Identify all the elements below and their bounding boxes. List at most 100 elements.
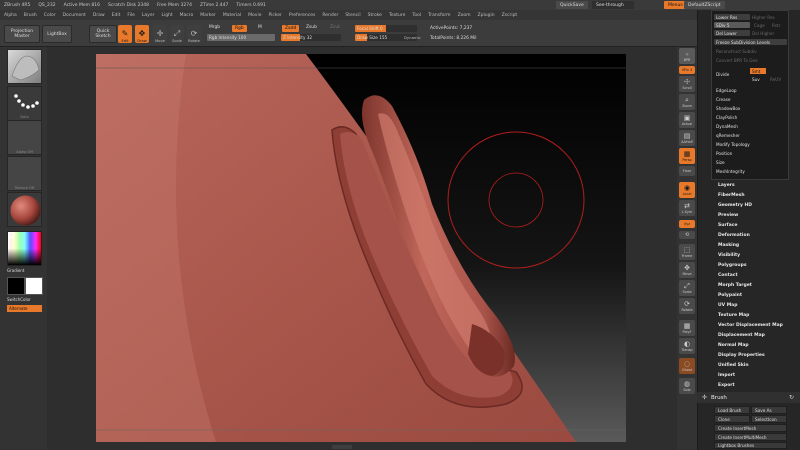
menu-stencil[interactable]: Stencil (345, 13, 360, 18)
divide-button[interactable]: Divide (714, 71, 748, 77)
load-brush-button[interactable]: Load Brush (714, 406, 750, 414)
xyz-button[interactable]: Xyz (679, 220, 695, 228)
frame-button[interactable]: ⬚ Frame (679, 244, 695, 260)
brush-thumbnail[interactable] (7, 49, 42, 84)
deformation-item[interactable]: Deformation (718, 233, 750, 238)
export-item[interactable]: Export (718, 383, 735, 388)
gradient-label[interactable]: Gradient (7, 268, 24, 273)
z-intensity-slider[interactable]: Z Intensity 32 (281, 34, 341, 41)
dynamesh-item[interactable]: DynaMesh (714, 123, 787, 129)
lsym-button[interactable]: ⇄ L.Sym (679, 200, 695, 216)
freeze-subdivision-button[interactable]: Freeze SubDivision Levels (714, 39, 787, 45)
cage-button[interactable]: Cage (752, 22, 768, 28)
reuv-button[interactable]: ReUV (768, 76, 786, 82)
save-as-button[interactable]: Save As (751, 406, 787, 414)
switch-color-button[interactable]: SwitchColor (7, 297, 31, 302)
menu-layer[interactable]: Layer (142, 13, 155, 18)
color-picker[interactable] (7, 231, 42, 266)
mrgb-button[interactable]: Mrgb (209, 25, 220, 30)
menu-file[interactable]: File (127, 13, 135, 18)
rgb-button[interactable]: Rgb (232, 25, 247, 32)
secondary-color-swatch[interactable] (25, 277, 43, 295)
main-color-swatch[interactable] (7, 277, 25, 295)
claypolish-item[interactable]: ClayPolish (714, 114, 787, 120)
dynamic-toggle[interactable]: Dynamic (404, 35, 421, 40)
shadowbox-item[interactable]: ShadowBox (714, 105, 787, 111)
contact-item[interactable]: Contact (718, 273, 738, 278)
menu-transform[interactable]: Transform (428, 13, 450, 18)
create-insertmesh-button[interactable]: Create InsertMesh (714, 424, 787, 432)
texture-map-item[interactable]: Texture Map (718, 313, 749, 318)
projection-master-button[interactable]: Projection Master (4, 25, 40, 43)
menu-macro[interactable]: Macro (180, 13, 194, 18)
rstr-button[interactable]: Rstr (770, 22, 786, 28)
menu-brush[interactable]: Brush (24, 13, 37, 18)
qremesher-item[interactable]: qRemesher (714, 132, 787, 138)
lightbox-button[interactable]: LightBox (42, 25, 72, 43)
scale-mode-button[interactable]: ⤢ Scale (170, 25, 184, 43)
material-thumbnail[interactable] (7, 192, 42, 227)
menu-light[interactable]: Light (161, 13, 172, 18)
preview-item[interactable]: Preview (718, 213, 738, 218)
menu-document[interactable]: Document (63, 13, 86, 18)
morph-target-item[interactable]: Morph Target (718, 283, 752, 288)
zcut-button[interactable]: Zcut (330, 25, 340, 30)
polyf-button[interactable]: ▦ PolyF (679, 320, 695, 336)
m-button[interactable]: M (258, 25, 262, 30)
scroll-button[interactable]: ☩ Scroll (679, 76, 695, 92)
suv-toggle[interactable]: Suv (750, 76, 766, 82)
rotate-axis-button[interactable]: ⟲ (679, 231, 695, 239)
see-through-slider[interactable]: See-through (592, 1, 634, 9)
modify-topology-item[interactable]: Modify Topology (714, 141, 787, 147)
del-lower-button[interactable]: Del Lower (714, 30, 750, 36)
quick-sketch-button[interactable]: Quick Sketch (89, 25, 117, 43)
document-canvas[interactable] (96, 54, 626, 442)
transp-button[interactable]: ◐ Transp (679, 338, 695, 354)
color-picker-handle[interactable] (8, 232, 14, 238)
convert-bpr-button[interactable]: Convert BPR To Geo (714, 57, 787, 63)
quicksave-button[interactable]: QuickSave (556, 1, 588, 9)
edit-mode-button[interactable]: ✎ Edit (118, 25, 132, 43)
position-item[interactable]: Position (714, 150, 787, 156)
del-higher-button[interactable]: Del Higher (750, 30, 786, 36)
menu-zoom[interactable]: Zoom (458, 13, 471, 18)
meshintegrity-item[interactable]: MeshIntegrity (714, 168, 787, 174)
visibility-item[interactable]: Visibility (718, 253, 740, 258)
draw-mode-button[interactable]: ✥ Draw (135, 25, 149, 43)
menu-movie[interactable]: Movie (248, 13, 261, 18)
rotate-mode-button[interactable]: ⟳ Rotate (187, 25, 201, 43)
rotate-view-button[interactable]: ⟳ Rotate (679, 298, 695, 314)
actual-button[interactable]: ▣ Actual (679, 112, 695, 128)
focal-shift-slider[interactable]: Focal Shift 0 (355, 25, 417, 32)
default-zscript-button[interactable]: DefaultZScript (684, 1, 725, 9)
palette-reset-icon[interactable]: ↻ (789, 394, 794, 401)
menu-stroke[interactable]: Stroke (368, 13, 382, 18)
solo-button[interactable]: ◍ Solo (679, 378, 695, 394)
polypaint-item[interactable]: Polypaint (718, 293, 742, 298)
persp-button[interactable]: ▦ Persp (679, 148, 695, 164)
ghost-button[interactable]: ◌ Ghost (679, 358, 695, 374)
select-icon-button[interactable]: SelectIcon (751, 415, 787, 423)
local-button[interactable]: ◉ Local (679, 182, 695, 198)
surface-item[interactable]: Surface (718, 223, 737, 228)
zsub-button[interactable]: Zsub (306, 25, 317, 30)
bpr-button[interactable]: ◎ BPR (679, 48, 695, 64)
canvas-scroll-handle[interactable] (332, 445, 352, 449)
lower-res-button[interactable]: Lower Res (714, 14, 750, 20)
menu-picker[interactable]: Picker (268, 13, 281, 18)
zadd-button[interactable]: Zadd (282, 25, 300, 32)
menu-alpha[interactable]: Alpha (4, 13, 17, 18)
menu-zscript[interactable]: Zscript (502, 13, 518, 18)
smt-toggle[interactable]: Smt (750, 68, 766, 74)
display-properties-item[interactable]: Display Properties (718, 353, 765, 358)
menu-edit[interactable]: Edit (112, 13, 121, 18)
menu-render[interactable]: Render (322, 13, 338, 18)
move-view-button[interactable]: ✥ Move (679, 262, 695, 278)
menu-texture[interactable]: Texture (389, 13, 405, 18)
menu-marker[interactable]: Marker (200, 13, 216, 18)
menu-zplugin[interactable]: Zplugin (478, 13, 495, 18)
menu-color[interactable]: Color (44, 13, 56, 18)
displacement-map-item[interactable]: Displacement Map (718, 333, 765, 338)
aahalf-button[interactable]: ▤ AAHalf (679, 130, 695, 146)
move-mode-button[interactable]: ✛ Move (153, 25, 167, 43)
